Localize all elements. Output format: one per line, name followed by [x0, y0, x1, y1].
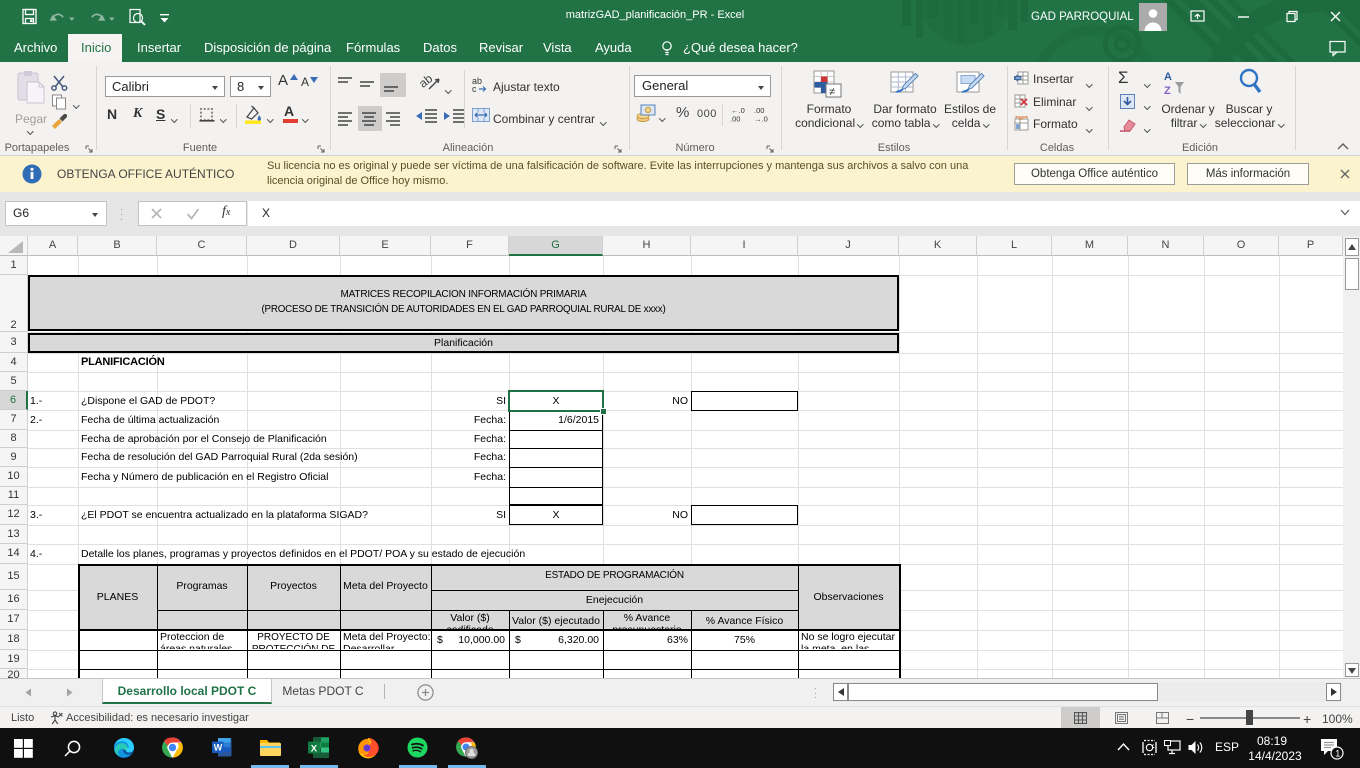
svg-text:1: 1: [1335, 749, 1340, 759]
svg-text:Z: Z: [1164, 85, 1171, 97]
svg-text:A: A: [1164, 71, 1172, 83]
svg-text:≠: ≠: [829, 86, 835, 98]
svg-text:W: W: [214, 743, 223, 753]
svg-text:→.0: →.0: [754, 115, 768, 124]
svg-text:c: c: [472, 84, 477, 93]
svg-text:X: X: [311, 744, 318, 755]
svg-text:.00: .00: [730, 115, 740, 124]
